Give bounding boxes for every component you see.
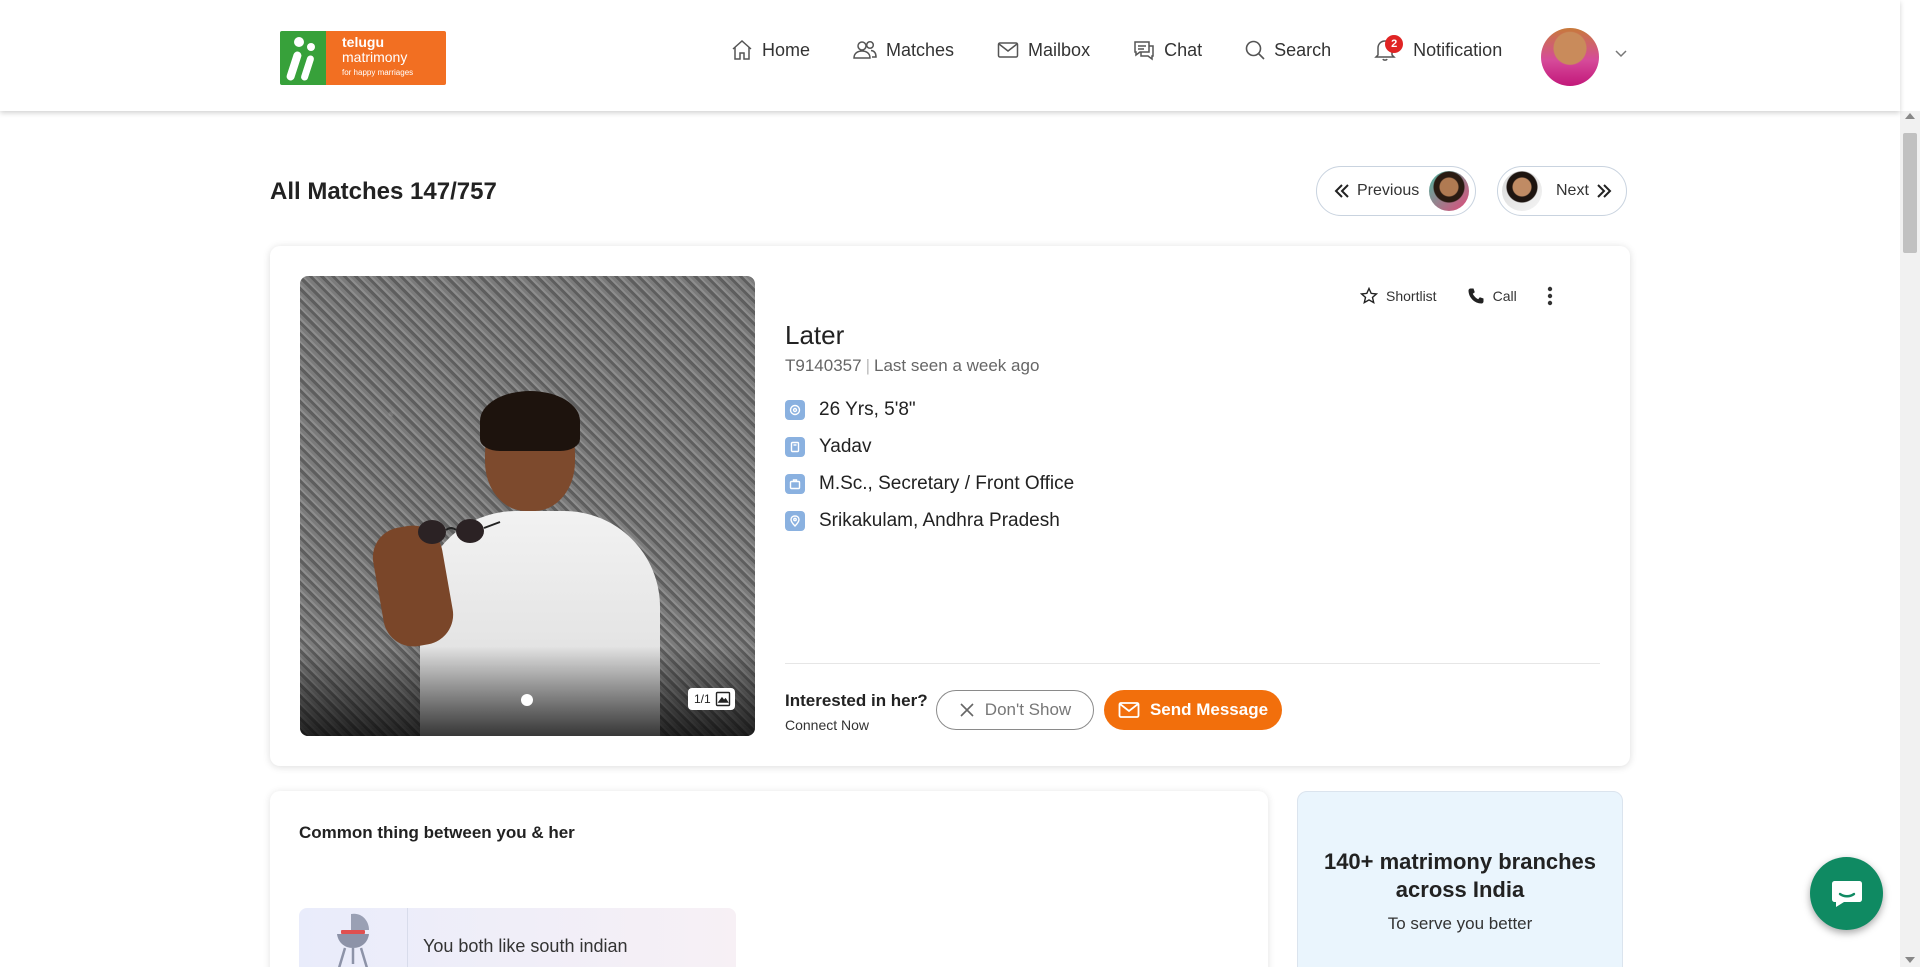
call-button[interactable]: Call [1467,287,1517,305]
dont-show-button[interactable]: Don't Show [936,690,1094,730]
nav-search-label: Search [1274,39,1332,60]
star-icon [1360,287,1378,305]
photo-counter[interactable]: 1/1 [688,688,735,710]
scroll-thumb[interactable] [1903,133,1917,253]
profile-card: 1/1 Shortlist Call Later T9140357 | Last s… [270,246,1630,766]
photo-figure-hair [480,391,580,451]
scroll-down-arrow[interactable] [1905,957,1915,963]
sunglasses-shape [418,519,501,544]
nav-mailbox[interactable]: Mailbox [996,38,1090,62]
mail-icon [1118,702,1140,718]
call-label: Call [1492,288,1517,304]
profile-actions: Shortlist Call [1360,286,1553,306]
branches-title: 140+ matrimony branches across India [1323,849,1597,902]
phone-icon [1468,288,1484,304]
logo-line-2: matrimony [342,49,408,65]
nav-home[interactable]: Home [730,38,810,62]
notification-count-badge: 2 [1385,35,1404,53]
scroll-up-arrow[interactable] [1905,113,1915,119]
branches-promo-card: 140+ matrimony branches across India To … [1297,791,1623,967]
photo-carousel-dot[interactable] [521,694,533,706]
grill-icon [299,908,408,967]
profile-photo[interactable]: 1/1 [300,276,755,736]
logo-line-1: telugu [342,34,384,50]
fact-caste-text: Yadav [819,435,872,457]
shortlist-label: Shortlist [1386,288,1437,304]
previous-profile-thumbnail [1429,171,1470,211]
next-label: Next [1556,182,1589,199]
fact-education-job: M.Sc., Secretary / Front Office [785,465,1074,502]
logo-wordmark: telugu matrimony for happy marriages [326,31,446,85]
location-pin-icon [785,510,805,531]
nav-home-label: Home [762,39,811,60]
photo-bottom-gradient [300,646,755,736]
nav-matches[interactable]: Matches [852,38,954,62]
age-icon [785,399,805,420]
next-profile-thumbnail [1502,171,1542,211]
nav-chat-label: Chat [1164,39,1203,60]
profile-facts: 26 Yrs, 5'8" Yadav M.Sc., Secretary / Fr… [785,391,1074,539]
fact-age-height: 26 Yrs, 5'8" [785,391,1074,428]
profile-id: T9140357 [785,356,862,375]
send-message-button[interactable]: Send Message [1104,690,1282,730]
branches-subtitle: To serve you better [1387,914,1533,933]
telugu-matrimony-logo[interactable]: telugu matrimony for happy marriages [280,31,446,85]
interest-question: Interested in her? [785,691,928,710]
briefcase-icon [785,473,805,494]
interest-prompt: Interested in her? Connect Now [785,691,928,733]
logo-tagline: for happy marriages [342,68,414,77]
dont-show-label: Don't Show [984,700,1072,719]
double-chevron-left-icon [1334,184,1349,198]
fact-caste: Yadav [785,428,1074,465]
main-nav: Home Matches Mailbox Chat Search 2 Notif… [730,35,1544,63]
double-chevron-right-icon [1597,184,1612,198]
more-options-icon[interactable] [1547,286,1553,306]
notification-icon-wrap: 2 [1373,35,1405,63]
last-seen: Last seen a week ago [874,356,1040,375]
chevron-down-icon[interactable] [1614,48,1628,58]
search-icon [1245,40,1265,60]
card-divider [785,663,1600,664]
logo-mark [280,31,326,85]
nav-matches-label: Matches [886,39,955,60]
top-header: telugu matrimony for happy marriages Hom… [0,0,1900,111]
nav-chat[interactable]: Chat [1132,38,1202,62]
next-profile-button[interactable]: Next [1497,166,1627,216]
photo-counter-text: 1/1 [694,692,711,706]
home-icon [732,39,752,60]
common-thing-item: You both like south indian [299,908,736,967]
fact-age-height-text: 26 Yrs, 5'8" [819,398,916,420]
common-things-title: Common thing between you & her [299,823,575,842]
close-icon [960,703,974,717]
chat-support-button[interactable] [1810,857,1883,930]
shortlist-button[interactable]: Shortlist [1360,287,1437,305]
interest-sub: Connect Now [785,717,870,733]
fact-education-job-text: M.Sc., Secretary / Front Office [819,472,1075,494]
page-title: All Matches 147/757 [270,178,497,205]
chat-icon [1134,41,1154,61]
send-message-label: Send Message [1149,700,1269,719]
previous-profile-button[interactable]: Previous [1316,166,1476,216]
common-thing-text: You both like south indian [423,936,628,956]
nav-search[interactable]: Search [1244,38,1331,62]
community-icon [785,436,805,457]
mail-icon [997,42,1019,58]
fact-location: Srikakulam, Andhra Pradesh [785,502,1074,539]
people-icon [853,40,877,59]
nav-mailbox-label: Mailbox [1028,39,1091,60]
chat-bubble-icon [1831,880,1862,907]
common-things-card: Common thing between you & her You both … [270,791,1268,967]
profile-name: Later [785,320,845,350]
fact-location-text: Srikakulam, Andhra Pradesh [819,509,1060,531]
nav-notification[interactable]: 2 Notification [1373,35,1503,63]
profile-id-line: T9140357 | Last seen a week ago [785,356,1040,375]
gallery-icon [715,691,730,707]
page-scrollbar[interactable] [1900,111,1920,967]
user-avatar[interactable] [1541,28,1599,86]
previous-label: Previous [1357,182,1420,199]
nav-notification-label: Notification [1413,39,1503,60]
